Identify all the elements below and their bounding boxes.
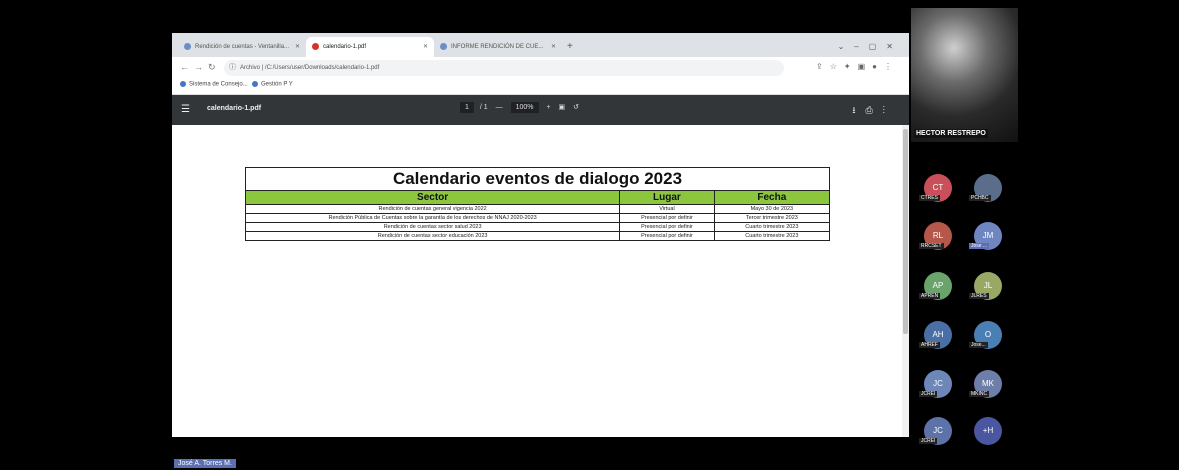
browser-tab[interactable]: INFORME RENDICIÓN DE CUE... ✕ <box>434 37 562 57</box>
shared-screen: Rendición de cuentas - Ventanilla... ✕ ca… <box>172 33 909 437</box>
bookmark-item[interactable]: Gestión P Y <box>252 81 293 88</box>
participant-name: RRCSET <box>919 243 944 249</box>
participant-tile[interactable]: +H <box>974 417 1002 445</box>
info-icon[interactable]: ⓘ <box>229 60 236 76</box>
toolbar-extension-icons[interactable]: ⇪☆✦▣●⋮ <box>816 62 899 71</box>
cell-fecha: Mayo 30 de 2023 <box>713 204 831 214</box>
participant-tile[interactable]: JC JCREI <box>919 417 952 445</box>
cell-lugar: Presencial por definir <box>619 231 715 241</box>
tab-label: calendario-1.pdf <box>323 44 367 50</box>
cell-sector: Rendición de cuentas general vigencia 20… <box>244 204 621 214</box>
bookmark-icon <box>180 81 186 87</box>
pdf-actions: ⭳⎙⋮ <box>852 103 895 119</box>
reload-icon[interactable]: ↻ <box>208 62 216 73</box>
col-header-fecha: Fecha <box>713 190 831 205</box>
table-row: Rendición de cuentas general vigencia 20… <box>244 204 831 214</box>
cell-lugar: Virtual <box>619 204 715 214</box>
pdf-favicon-icon <box>312 42 319 50</box>
bookmark-item[interactable]: Sistema de Consejo... <box>180 81 248 88</box>
close-icon[interactable]: ✕ <box>423 37 428 57</box>
browser-tab-strip: Rendición de cuentas - Ventanilla... ✕ ca… <box>172 33 909 57</box>
table-title: Calendario eventos de dialogo 2023 <box>245 167 830 191</box>
page-number-input[interactable]: 1 <box>460 102 474 113</box>
pdf-toolbar: ☰ calendario-1.pdf 1 / 1 — 100% + ▣ ↺ ⭳⎙⋮ <box>172 95 909 125</box>
participant-name: JCREI <box>919 438 938 444</box>
pdf-filename: calendario-1.pdf <box>207 105 262 112</box>
participant-tile[interactable]: JL JLRES <box>969 272 1002 300</box>
pdf-page-controls: 1 / 1 — 100% + ▣ ↺ <box>460 102 585 113</box>
cell-sector: Rendición de cuentas sector salud 2023 <box>244 222 621 232</box>
tab-favicon-icon <box>184 42 191 50</box>
page-total: / 1 <box>479 104 488 111</box>
participant-tile[interactable]: O Jose... <box>969 321 1002 349</box>
table-row: Rendición de cuentas sector educación 20… <box>244 231 831 241</box>
browser-tab[interactable]: Rendición de cuentas - Ventanilla... ✕ <box>178 37 306 57</box>
participant-name: Jose ... <box>969 243 990 249</box>
table-row: Rendición Pública de Cuentas sobre la ga… <box>244 213 831 223</box>
cell-sector: Rendición de cuentas sector educación 20… <box>244 231 621 241</box>
tab-label: Rendición de cuentas - Ventanilla... <box>195 44 290 50</box>
close-icon[interactable]: ✕ <box>551 37 556 57</box>
url-text: Archivo | /C:/Users/user/Downloads/calen… <box>240 65 380 71</box>
browser-tab-active[interactable]: calendario-1.pdf ✕ <box>306 37 434 57</box>
table-row: Rendición de cuentas sector salud 2023 P… <box>244 222 831 232</box>
participant-tile[interactable]: JC JCREI <box>919 370 952 398</box>
participant-tile[interactable]: AP APREN <box>919 272 952 300</box>
download-icon[interactable]: ⭳ <box>852 105 865 115</box>
col-header-sector: Sector <box>244 190 621 205</box>
cell-lugar: Presencial por definir <box>619 213 715 223</box>
window-controls[interactable]: ⌄–▢✕ <box>838 37 903 57</box>
participant-name: Jose... <box>969 342 988 348</box>
participant-tile[interactable]: PCHBC <box>969 174 1002 202</box>
participant-name: JCREI <box>919 391 938 397</box>
tab-label: INFORME RENDICIÓN DE CUE... <box>451 44 544 50</box>
calendar-table: Calendario eventos de dialogo 2023 Secto… <box>244 167 831 241</box>
featured-video-tile[interactable]: HECTOR RESTREPO <box>911 8 1018 142</box>
participant-name: MKINC <box>969 391 990 397</box>
participant-tile[interactable]: MK MKINC <box>969 370 1002 398</box>
print-icon[interactable]: ⎙ <box>866 105 883 115</box>
bookmark-icon <box>252 81 258 87</box>
participant-tile[interactable]: CT CTRES <box>919 174 952 202</box>
zoom-out-icon[interactable]: — <box>496 104 503 111</box>
col-header-lugar: Lugar <box>619 190 715 205</box>
cell-fecha: Tercer trimestre 2023 <box>713 213 831 223</box>
vertical-scrollbar[interactable] <box>902 125 909 437</box>
new-tab-icon[interactable]: + <box>567 37 573 57</box>
avatar: +H <box>974 417 1002 445</box>
close-icon[interactable]: ✕ <box>295 37 300 57</box>
tab-favicon-icon <box>440 42 447 50</box>
featured-participant-name: HECTOR RESTREPO <box>914 129 988 138</box>
participant-name: PCHBC <box>969 195 991 201</box>
cell-fecha: Cuarto trimestre 2023 <box>713 231 831 241</box>
browser-toolbar: ← → ↻ ⓘ Archivo | /C:/Users/user/Downloa… <box>172 57 909 79</box>
scrollbar-thumb[interactable] <box>903 129 908 334</box>
zoom-input[interactable]: 100% <box>510 102 539 113</box>
pdf-page: Calendario eventos de dialogo 2023 Secto… <box>172 125 909 437</box>
back-icon[interactable]: ← <box>180 62 189 72</box>
participant-name: JLRES <box>969 293 989 299</box>
participant-name: APREN <box>919 293 941 299</box>
forward-icon[interactable]: → <box>194 62 203 72</box>
rotate-icon[interactable]: ↺ <box>573 103 579 111</box>
participant-tile[interactable]: RL RRCSET <box>919 222 952 250</box>
address-bar[interactable]: ⓘ Archivo | /C:/Users/user/Downloads/cal… <box>224 60 784 76</box>
participant-tile[interactable]: AH AHREF <box>919 321 952 349</box>
presenter-name-label: José A. Torres M. <box>174 459 236 468</box>
bookmarks-bar: Sistema de Consejo... Gestión P Y <box>172 79 909 95</box>
participant-name: CTRES <box>919 195 940 201</box>
cell-fecha: Cuarto trimestre 2023 <box>713 222 831 232</box>
cell-sector: Rendición Pública de Cuentas sobre la ga… <box>244 213 621 223</box>
menu-icon[interactable]: ☰ <box>181 104 190 115</box>
cell-lugar: Presencial por definir <box>619 222 715 232</box>
participant-tile[interactable]: JM Jose ... <box>969 222 1002 250</box>
zoom-in-icon[interactable]: + <box>546 104 550 111</box>
more-icon[interactable]: ⋮ <box>883 105 895 115</box>
participant-name: AHREF <box>919 342 940 348</box>
fit-page-icon[interactable]: ▣ <box>559 103 566 111</box>
